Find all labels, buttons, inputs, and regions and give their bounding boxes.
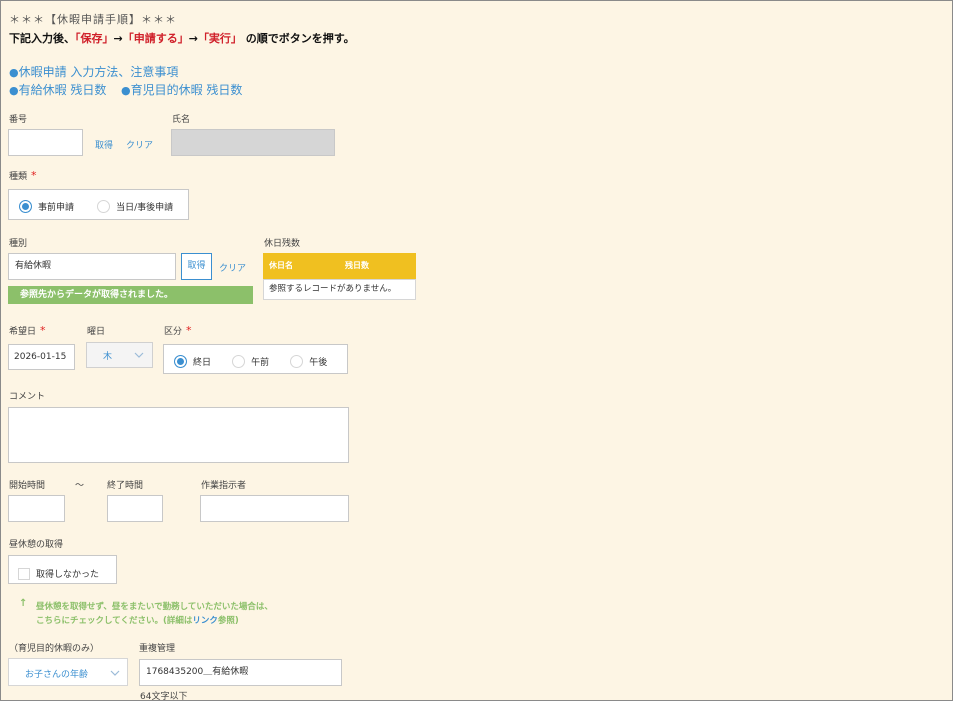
paid-remaining-link[interactable]: ●有給休暇 残日数 <box>9 79 106 98</box>
weekday-select[interactable]: 木 <box>86 342 153 368</box>
howto-link[interactable]: ●休暇申請 入力方法、注意事項 <box>9 61 178 80</box>
remaining-days-column: 残日数 <box>345 261 369 270</box>
date-label-text: 希望日 <box>9 327 37 337</box>
instr-arrow-2: → <box>188 32 198 45</box>
division-option-am[interactable]: 午前 <box>232 351 269 370</box>
type-option-label: 事前申請 <box>38 203 75 213</box>
duplicate-input[interactable]: 1768435200＿有給休暇 <box>139 659 342 686</box>
page-title: ＊＊＊【休暇申請手順】＊＊＊ <box>9 13 177 26</box>
type-option-sameday[interactable]: 当日/事後申請 <box>97 196 173 215</box>
lunch-checkbox-label: 取得しなかった <box>36 570 100 580</box>
category-get-button[interactable]: 取得 <box>181 253 212 280</box>
lunch-note: 昼休憩を取得せず、昼をまたいで勤務していただいた場合は、 こちらにチェックしてく… <box>36 600 273 628</box>
holiday-balance-header: 休日名 残日数 <box>263 253 416 279</box>
lunch-label: 昼休憩の取得 <box>9 540 64 550</box>
instr-exec: 「実行」 <box>197 32 242 45</box>
end-time-label: 終了時間 <box>107 481 144 491</box>
duplicate-hint: 64文字以下 <box>140 692 188 701</box>
instr-apply: 「申請する」 <box>122 32 189 45</box>
required-mark: * <box>31 169 37 182</box>
type-option-label: 当日/事後申請 <box>116 203 174 213</box>
success-message: 参照先からデータが取得されました。 <box>8 286 253 304</box>
end-time-input[interactable] <box>107 495 163 522</box>
comment-textarea[interactable] <box>8 407 349 463</box>
radio-icon[interactable] <box>290 355 304 368</box>
radio-icon[interactable] <box>97 200 111 213</box>
note-line2-prefix: こちらにチェックしてください。(詳細は <box>36 616 193 626</box>
division-option-label: 午後 <box>309 358 328 368</box>
child-age-value: お子さんの年齢 <box>25 670 89 680</box>
lunch-note-line-2: こちらにチェックしてください。(詳細はリンク参照) <box>36 614 273 628</box>
division-option-label: 午前 <box>251 358 270 368</box>
supervisor-input[interactable] <box>200 495 349 522</box>
division-option-label: 終日 <box>193 358 212 368</box>
chevron-down-icon <box>134 352 144 358</box>
duplicate-label: 重複管理 <box>139 644 176 654</box>
childcare-remaining-link-text[interactable]: 育児目的休暇 残日数 <box>131 83 243 97</box>
type-option-advance[interactable]: 事前申請 <box>19 196 74 215</box>
instr-prefix: 下記入力後、 <box>9 32 75 45</box>
lunch-checkbox-group[interactable]: 取得しなかった <box>8 555 117 584</box>
holiday-balance-label: 休日残数 <box>264 239 301 249</box>
comment-label: コメント <box>9 392 46 402</box>
category-label: 種別 <box>9 239 28 249</box>
howto-link-text[interactable]: 休暇申請 入力方法、注意事項 <box>19 65 179 79</box>
date-input[interactable]: 2026-01-15 <box>8 344 75 370</box>
up-arrow-icon: ↑ <box>19 598 28 609</box>
paid-remaining-link-text[interactable]: 有給休暇 残日数 <box>19 83 107 97</box>
employee-get-link[interactable]: 取得 <box>95 138 113 151</box>
weekday-value: 木 <box>103 352 113 362</box>
required-mark: * <box>186 324 192 337</box>
bullet-icon: ● <box>121 84 131 97</box>
type-radio-group: 事前申請 当日/事後申請 <box>8 189 189 220</box>
checkbox-icon[interactable] <box>18 567 30 580</box>
type-label: 種類 * <box>9 169 37 182</box>
employee-clear-link[interactable]: クリア <box>126 138 153 151</box>
child-age-select[interactable]: お子さんの年齢 <box>8 658 128 686</box>
radio-selected-icon[interactable] <box>174 355 187 368</box>
instr-suffix: の順でボタンを押す。 <box>241 32 355 45</box>
holiday-name-column: 休日名 <box>269 261 293 270</box>
required-mark: * <box>40 324 46 337</box>
employee-name-label: 氏名 <box>172 115 191 125</box>
instructions: 下記入力後、「保存」→「申請する」→「実行」 の順でボタンを押す。 <box>9 30 355 46</box>
holiday-balance-empty: 参照するレコードがありません。 <box>263 279 416 300</box>
tilde: ～ <box>75 481 85 491</box>
supervisor-label: 作業指示者 <box>201 481 247 491</box>
division-option-allday[interactable]: 終日 <box>174 351 211 370</box>
employee-number-input[interactable] <box>8 129 83 156</box>
division-label-text: 区分 <box>164 327 183 337</box>
category-clear-link[interactable]: クリア <box>219 261 246 274</box>
note-line2-suffix: 参照) <box>217 616 239 626</box>
start-time-label: 開始時間 <box>9 481 46 491</box>
instr-save: 「保存」 <box>75 32 114 45</box>
childcare-remaining-link[interactable]: ●育児目的休暇 残日数 <box>121 79 242 98</box>
lunch-note-line-1: 昼休憩を取得せず、昼をまたいで勤務していただいた場合は、 <box>36 602 273 612</box>
radio-icon[interactable] <box>232 355 246 368</box>
bullet-icon: ● <box>9 84 19 97</box>
type-label-text: 種類 <box>9 172 28 182</box>
division-radio-group: 終日 午前 午後 <box>163 344 348 374</box>
category-input[interactable]: 有給休暇 <box>8 253 176 280</box>
date-label: 希望日 * <box>9 324 46 337</box>
weekday-label: 曜日 <box>87 327 106 337</box>
chevron-down-icon <box>110 670 120 676</box>
employee-name-field <box>171 129 335 156</box>
radio-selected-icon[interactable] <box>19 200 32 213</box>
childcare-label: （育児目的休暇のみ） <box>9 644 100 654</box>
division-option-pm[interactable]: 午後 <box>290 351 327 370</box>
start-time-input[interactable] <box>8 495 65 522</box>
instr-arrow-1: → <box>113 32 123 45</box>
note-link[interactable]: リンク <box>192 616 218 626</box>
bullet-icon: ● <box>9 66 19 79</box>
employee-number-label: 番号 <box>9 115 28 125</box>
division-label: 区分 * <box>164 324 192 337</box>
